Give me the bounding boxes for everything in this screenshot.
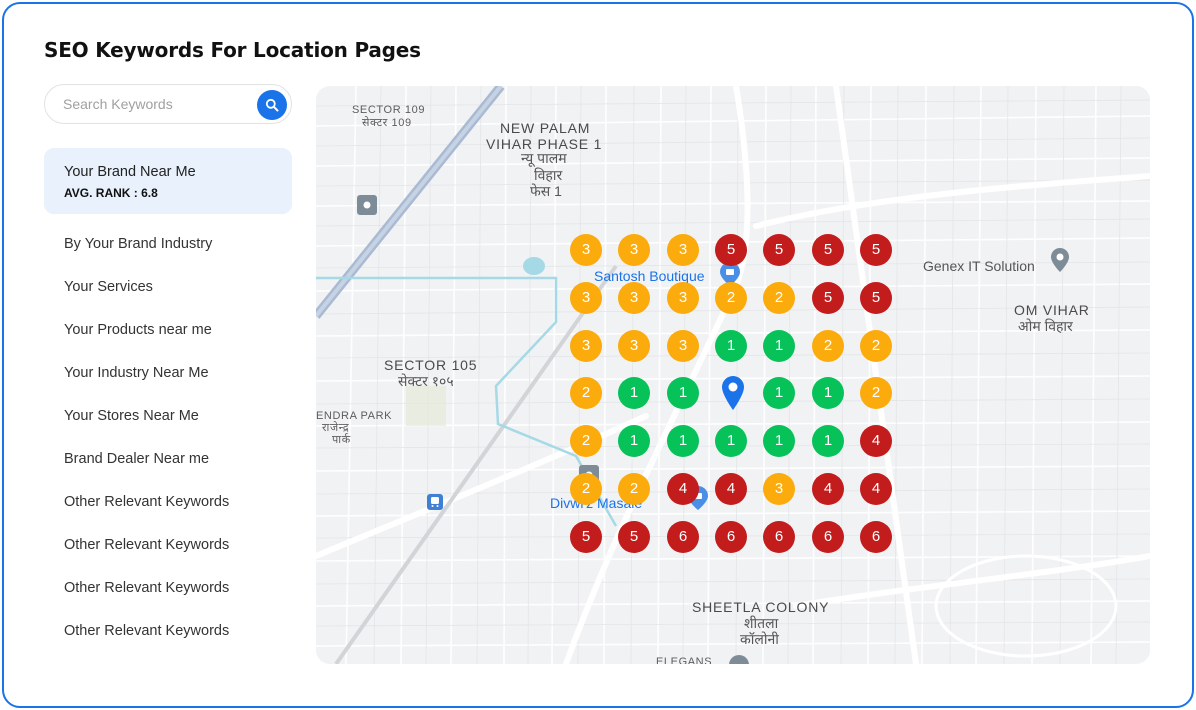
map-view[interactable]: SECTOR 109 सेक्टर 109 NEW PALAM VIHAR PH…: [316, 86, 1150, 664]
rank-dot[interactable]: 3: [667, 282, 699, 314]
keyword-item[interactable]: Other Relevant Keywords: [64, 580, 229, 596]
rank-dot[interactable]: 1: [812, 377, 844, 409]
search-input[interactable]: [63, 85, 253, 123]
map-label: सेक्टर 109: [362, 117, 412, 129]
rank-dot[interactable]: 6: [812, 521, 844, 553]
keyword-item[interactable]: Other Relevant Keywords: [64, 494, 229, 510]
rank-dot[interactable]: 3: [667, 234, 699, 266]
keyword-item[interactable]: Other Relevant Keywords: [64, 537, 229, 553]
rank-dot[interactable]: 6: [715, 521, 747, 553]
rank-dot[interactable]: 4: [667, 473, 699, 505]
rank-dot[interactable]: 5: [860, 234, 892, 266]
rank-dot[interactable]: 2: [860, 330, 892, 362]
map-label: फेस 1: [530, 183, 562, 199]
page-title: SEO Keywords For Location Pages: [44, 38, 421, 62]
map-label: विहार: [534, 167, 563, 183]
rank-dot[interactable]: 4: [860, 425, 892, 457]
rank-dot[interactable]: 6: [763, 521, 795, 553]
rank-dot[interactable]: 1: [715, 425, 747, 457]
rank-dot[interactable]: 5: [618, 521, 650, 553]
rank-dot[interactable]: 1: [618, 425, 650, 457]
rank-dot[interactable]: 2: [570, 425, 602, 457]
keyword-item[interactable]: Your Stores Near Me: [64, 408, 199, 424]
search-button[interactable]: [257, 90, 287, 120]
map-label: OM VIHAR: [1014, 302, 1090, 318]
map-label: ELEGANS: [656, 656, 713, 664]
map-label: शीतला: [744, 615, 779, 631]
poi-icon[interactable]: [728, 654, 750, 664]
rank-dot[interactable]: 1: [715, 330, 747, 362]
rank-dot[interactable]: 3: [570, 282, 602, 314]
rank-dot[interactable]: 1: [667, 377, 699, 409]
search-box: [44, 84, 292, 124]
map-label: राजेन्द्र: [322, 422, 350, 434]
search-icon: [265, 98, 279, 112]
map-label: पार्क: [332, 434, 351, 446]
rank-dot[interactable]: 3: [618, 282, 650, 314]
rank-dot[interactable]: 1: [618, 377, 650, 409]
map-label: SHEETLA COLONY: [692, 599, 830, 615]
rank-dot[interactable]: 2: [812, 330, 844, 362]
rank-dot[interactable]: 2: [570, 473, 602, 505]
rank-dot[interactable]: 3: [618, 330, 650, 362]
rank-dot[interactable]: 6: [667, 521, 699, 553]
rank-dot[interactable]: 1: [812, 425, 844, 457]
rank-dot[interactable]: 3: [618, 234, 650, 266]
rank-dot[interactable]: 5: [812, 234, 844, 266]
location-pin-icon[interactable]: [722, 376, 744, 410]
rank-dot[interactable]: 5: [715, 234, 747, 266]
avg-rank-label: AVG. RANK : 6.8: [64, 186, 158, 200]
map-label: सेक्टर १०५: [398, 373, 454, 389]
rank-dot[interactable]: 2: [763, 282, 795, 314]
rank-dot[interactable]: 1: [763, 425, 795, 457]
keyword-item[interactable]: Your Industry Near Me: [64, 365, 209, 381]
poi-icon[interactable]: [356, 194, 378, 216]
rank-dot[interactable]: 3: [570, 330, 602, 362]
rank-dot[interactable]: 1: [667, 425, 699, 457]
keyword-item[interactable]: Your Services: [64, 279, 153, 295]
rank-dot[interactable]: 4: [812, 473, 844, 505]
keyword-item[interactable]: Other Relevant Keywords: [64, 623, 229, 639]
rank-dot[interactable]: 6: [860, 521, 892, 553]
rank-dot[interactable]: 4: [715, 473, 747, 505]
keyword-item[interactable]: Brand Dealer Near me: [64, 451, 209, 467]
map-label: न्यू पालम: [521, 150, 567, 166]
rank-dot[interactable]: 3: [570, 234, 602, 266]
transit-icon[interactable]: [427, 494, 443, 510]
map-label: SECTOR 109: [352, 104, 426, 116]
place-pin-icon[interactable]: [1051, 248, 1069, 272]
map-label: ओम विहार: [1018, 318, 1073, 334]
rank-dot[interactable]: 3: [667, 330, 699, 362]
map-label: NEW PALAM: [500, 120, 591, 136]
map-label: SECTOR 105: [384, 357, 478, 373]
rank-dot[interactable]: 2: [715, 282, 747, 314]
keyword-item[interactable]: By Your Brand Industry: [64, 236, 212, 252]
rank-dot[interactable]: 1: [763, 330, 795, 362]
rank-dot[interactable]: 3: [763, 473, 795, 505]
rank-dot[interactable]: 4: [860, 473, 892, 505]
keyword-item[interactable]: Your Products near me: [64, 322, 212, 338]
rank-dot[interactable]: 5: [763, 234, 795, 266]
rank-dot[interactable]: 2: [618, 473, 650, 505]
map-label: ENDRA PARK: [316, 410, 393, 422]
map-label: Genex IT Solution: [923, 258, 1035, 274]
rank-dot[interactable]: 5: [860, 282, 892, 314]
rank-dot[interactable]: 2: [570, 377, 602, 409]
rank-dot[interactable]: 5: [812, 282, 844, 314]
keyword-item-active[interactable]: Your Brand Near Me AVG. RANK : 6.8: [44, 148, 292, 214]
rank-dot[interactable]: 2: [860, 377, 892, 409]
keyword-label: Your Brand Near Me: [64, 164, 196, 180]
rank-dot[interactable]: 5: [570, 521, 602, 553]
rank-dot[interactable]: 1: [763, 377, 795, 409]
map-label: कॉलोनी: [740, 631, 779, 647]
